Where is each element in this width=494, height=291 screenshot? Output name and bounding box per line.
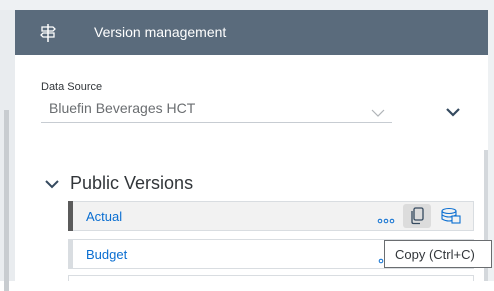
tooltip-text: Copy (Ctrl+C) bbox=[395, 247, 475, 262]
chevron-down-icon bbox=[44, 177, 60, 195]
data-source-select[interactable]: Bluefin Beverages HCT bbox=[41, 96, 392, 123]
panel-header: Version management bbox=[15, 10, 488, 55]
more-options-icon[interactable] bbox=[377, 212, 395, 224]
data-source-value: Bluefin Beverages HCT bbox=[49, 100, 196, 116]
row-selection-bar bbox=[68, 201, 73, 231]
expand-button[interactable] bbox=[441, 101, 465, 123]
left-divider bbox=[4, 110, 9, 291]
version-label[interactable]: Actual bbox=[86, 209, 122, 224]
top-strip bbox=[0, 0, 494, 10]
version-row-actual[interactable]: Actual bbox=[68, 201, 474, 231]
version-label[interactable]: Budget bbox=[86, 247, 127, 262]
left-strip bbox=[0, 10, 15, 291]
public-versions-section-header[interactable]: Public Versions bbox=[44, 172, 344, 198]
database-icon[interactable] bbox=[440, 206, 462, 226]
copy-icon bbox=[411, 207, 424, 225]
row-selection-bar bbox=[68, 239, 73, 269]
chevron-down-icon bbox=[371, 104, 385, 122]
signpost-icon bbox=[39, 23, 57, 43]
copy-tooltip: Copy (Ctrl+C) bbox=[384, 240, 492, 268]
data-source-label: Data Source bbox=[41, 81, 103, 93]
version-row-partial[interactable] bbox=[68, 275, 474, 281]
copy-button[interactable] bbox=[403, 204, 431, 228]
panel-title: Version management bbox=[94, 24, 227, 40]
section-title: Public Versions bbox=[70, 173, 194, 193]
